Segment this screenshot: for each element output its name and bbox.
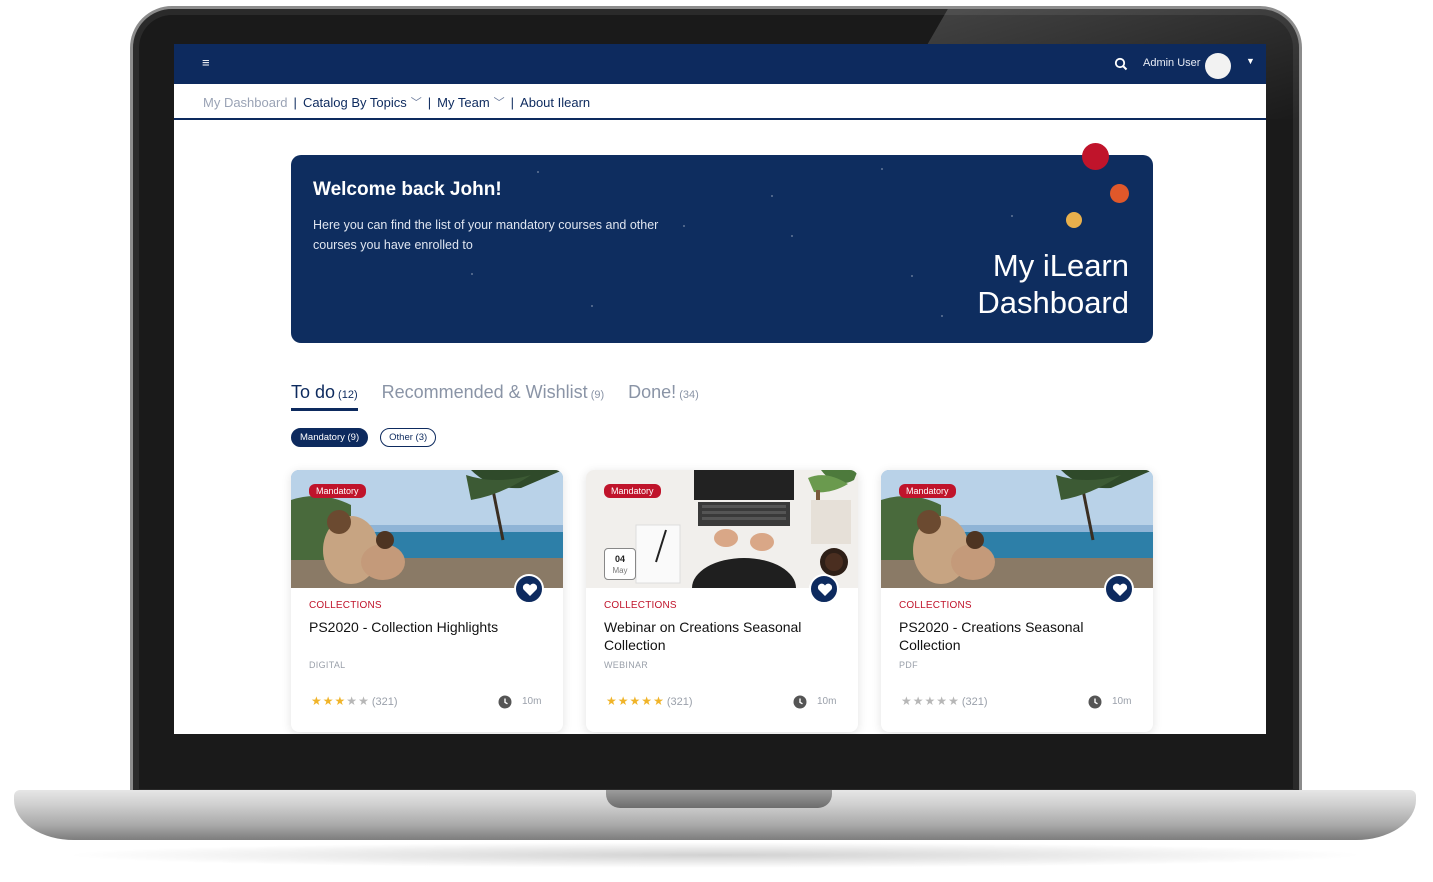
star-icon: ★ bbox=[936, 694, 949, 708]
nav-separator: | bbox=[510, 94, 515, 110]
star-icon: ★ bbox=[334, 694, 347, 708]
course-tabs: To do (12) Recommended & Wishlist (9) Done… bbox=[291, 382, 723, 411]
star-icon: ★ bbox=[629, 694, 642, 708]
tab-recommended-wishlist[interactable]: Recommended & Wishlist (9) bbox=[382, 382, 605, 411]
nav-menu: My Dashboard | Catalog By Topics ﹀ | My … bbox=[203, 94, 590, 110]
rating-count: (321) bbox=[961, 696, 988, 708]
mandatory-badge: Mandatory bbox=[309, 484, 366, 498]
clock-icon bbox=[1088, 695, 1102, 709]
nav-bar: My Dashboard | Catalog By Topics ﹀ | My … bbox=[174, 84, 1266, 120]
star-icon: ★ bbox=[606, 694, 618, 708]
tab-label: Recommended & Wishlist bbox=[381, 382, 588, 402]
star-icon: ★ bbox=[641, 694, 654, 708]
rating-count: (321) bbox=[666, 696, 693, 708]
card-duration: 10m bbox=[817, 696, 837, 707]
clock-icon bbox=[498, 695, 512, 709]
card-category: COLLECTIONS bbox=[309, 600, 382, 611]
laptop-desk-photo: Mandatory 04 May bbox=[586, 470, 858, 588]
filter-pills: Mandatory (9) Other (3) bbox=[291, 428, 448, 447]
laptop-notch bbox=[606, 790, 832, 808]
card-type: WEBINAR bbox=[604, 660, 649, 670]
chevron-down-icon[interactable]: ﹀ bbox=[411, 94, 422, 110]
card-title[interactable]: PS2020 - Creations Seasonal Collection bbox=[899, 618, 1131, 654]
wishlist-button[interactable] bbox=[809, 574, 839, 604]
heart-icon bbox=[817, 583, 833, 596]
tab-label: To do bbox=[291, 382, 336, 402]
date-tag: 04 May bbox=[604, 548, 636, 580]
star-rating: ★★★★★ (321) bbox=[901, 694, 988, 708]
tab-done[interactable]: Done! (34) bbox=[628, 382, 699, 411]
heart-icon bbox=[522, 583, 538, 596]
star-icon: ★ bbox=[653, 694, 665, 708]
top-bar: ≡ Admin User ▼ bbox=[174, 44, 1266, 84]
nav-item-my-team[interactable]: My Team bbox=[437, 95, 490, 110]
nav-item-my-dashboard[interactable]: My Dashboard bbox=[203, 95, 288, 110]
resort-pool-photo: Mandatory bbox=[881, 470, 1153, 588]
star-icon: ★ bbox=[924, 694, 937, 708]
nav-item-about-ilearn[interactable]: About Ilearn bbox=[520, 95, 590, 110]
star-icon: ★ bbox=[617, 694, 630, 708]
star-icon: ★ bbox=[948, 694, 960, 708]
tab-label: Done! bbox=[628, 382, 677, 402]
tab-count: (12) bbox=[338, 389, 358, 401]
wishlist-button[interactable] bbox=[1104, 574, 1134, 604]
mandatory-badge: Mandatory bbox=[899, 484, 956, 498]
date-day: 04 bbox=[614, 554, 625, 564]
star-rating: ★★★★★ (321) bbox=[311, 694, 398, 708]
star-icon: ★ bbox=[311, 694, 323, 708]
card-duration: 10m bbox=[1112, 696, 1132, 707]
tab-to-do[interactable]: To do (12) bbox=[291, 382, 358, 411]
card-duration: 10m bbox=[522, 696, 542, 707]
avatar[interactable] bbox=[1205, 53, 1231, 79]
nav-item-catalog-by-topics[interactable]: Catalog By Topics bbox=[303, 95, 407, 110]
card-type: DIGITAL bbox=[309, 660, 346, 670]
filter-mandatory[interactable]: Mandatory (9) bbox=[291, 428, 369, 447]
card-title[interactable]: Webinar on Creations Seasonal Collection bbox=[604, 618, 836, 654]
laptop-shadow bbox=[60, 842, 1370, 868]
date-month: May bbox=[612, 566, 628, 575]
brand-line-1: My iLearn bbox=[992, 248, 1129, 283]
welcome-title: Welcome back John! bbox=[313, 179, 502, 200]
nav-separator: | bbox=[293, 94, 297, 110]
chevron-down-icon[interactable]: ﹀ bbox=[494, 94, 505, 110]
filter-other[interactable]: Other (3) bbox=[380, 428, 437, 447]
heart-icon bbox=[1112, 583, 1128, 596]
star-icon: ★ bbox=[358, 694, 370, 708]
dashboard-brand: My iLearn Dashboard bbox=[977, 247, 1129, 321]
nav-separator: | bbox=[427, 94, 432, 110]
course-card[interactable]: Mandatory 04 May COLLECTIONS Webinar on … bbox=[586, 470, 858, 732]
star-icon: ★ bbox=[346, 694, 359, 708]
hamburger-icon[interactable]: ≡ bbox=[202, 56, 214, 70]
star-icon: ★ bbox=[901, 694, 913, 708]
caret-down-icon[interactable]: ▼ bbox=[1246, 56, 1255, 66]
resort-pool-photo: Mandatory bbox=[291, 470, 563, 588]
wishlist-button[interactable] bbox=[514, 574, 544, 604]
star-icon: ★ bbox=[322, 694, 335, 708]
card-category: COLLECTIONS bbox=[899, 600, 972, 611]
course-card[interactable]: Mandatory COLLECTIONS PS2020 - Collectio… bbox=[291, 470, 563, 732]
welcome-banner: Welcome back John! Here you can find the… bbox=[291, 155, 1153, 343]
decor-dot-orange bbox=[1110, 184, 1129, 203]
decor-dot-yellow bbox=[1066, 212, 1082, 228]
search-icon[interactable] bbox=[1114, 57, 1128, 71]
welcome-subtitle: Here you can find the list of your manda… bbox=[313, 218, 659, 252]
rating-count: (321) bbox=[371, 696, 398, 708]
mandatory-badge: Mandatory bbox=[604, 484, 661, 498]
star-icon: ★ bbox=[912, 694, 925, 708]
brand-line-2: Dashboard bbox=[977, 285, 1129, 320]
card-type: PDF bbox=[899, 660, 918, 670]
tab-count: (9) bbox=[590, 389, 605, 401]
card-title[interactable]: PS2020 - Collection Highlights bbox=[309, 618, 541, 636]
clock-icon bbox=[793, 695, 807, 709]
star-rating: ★★★★★ (321) bbox=[606, 694, 693, 708]
app-screen: ≡ Admin User ▼ My Dashboard | Catalog By… bbox=[174, 44, 1266, 734]
decor-dot-red bbox=[1082, 143, 1109, 170]
course-card[interactable]: Mandatory COLLECTIONS PS2020 - Creations… bbox=[881, 470, 1153, 732]
tab-count: (34) bbox=[679, 389, 699, 401]
card-category: COLLECTIONS bbox=[604, 600, 677, 611]
user-name[interactable]: Admin User bbox=[1143, 57, 1200, 69]
